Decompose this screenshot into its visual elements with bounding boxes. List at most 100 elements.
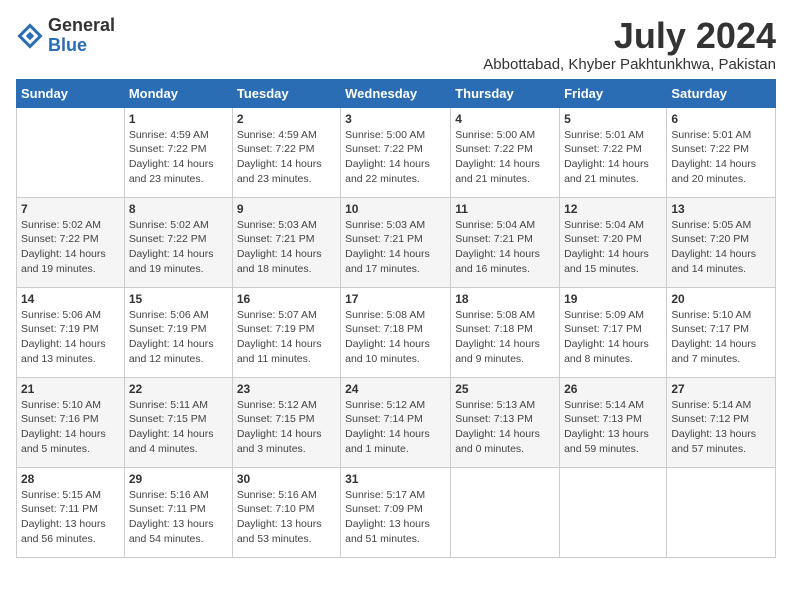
day-number: 20: [671, 292, 771, 306]
day-info: Sunrise: 5:01 AM Sunset: 7:22 PM Dayligh…: [671, 128, 771, 187]
header-cell-tuesday: Tuesday: [232, 79, 340, 107]
day-number: 9: [237, 202, 336, 216]
calendar-week-3: 14Sunrise: 5:06 AM Sunset: 7:19 PM Dayli…: [17, 287, 776, 377]
logo-text: General Blue: [48, 16, 115, 56]
calendar-cell: 12Sunrise: 5:04 AM Sunset: 7:20 PM Dayli…: [560, 197, 667, 287]
month-year-title: July 2024: [483, 16, 776, 56]
day-number: 28: [21, 472, 120, 486]
calendar-cell: 16 Sunrise: 5:07 AM Sunset: 7:19 PM Dayli…: [232, 287, 340, 377]
header-cell-friday: Friday: [560, 79, 667, 107]
day-info: Sunrise: 5:10 AM Sunset: 7:17 PM Dayligh…: [671, 308, 771, 367]
header-cell-saturday: Saturday: [667, 79, 776, 107]
day-info: Sunrise: 5:09 AM Sunset: 7:17 PM Dayligh…: [564, 308, 662, 367]
day-info: Sunrise: 5:02 AM Sunset: 7:22 PM Dayligh…: [129, 218, 228, 277]
day-info: Sunrise: 5:04 AM Sunset: 7:20 PM Dayligh…: [564, 218, 662, 277]
day-info: Sunrise: 5:07 AM Sunset: 7:19 PM Dayligh…: [237, 308, 336, 367]
location-subtitle: Abbottabad, Khyber Pakhtunkhwa, Pakistan: [483, 56, 776, 73]
page-header: General Blue July 2024 Abbottabad, Khybe…: [16, 16, 776, 73]
day-number: 19: [564, 292, 662, 306]
day-info: Sunrise: 5:15 AM Sunset: 7:11 PM Dayligh…: [21, 488, 120, 547]
day-number: 1: [129, 112, 228, 126]
day-info: Sunrise: 5:04 AM Sunset: 7:21 PM Dayligh…: [455, 218, 555, 277]
calendar-cell: 30 Sunrise: 5:16 AM Sunset: 7:10 PM Dayli…: [232, 467, 340, 557]
day-info: Sunrise: 5:10 AM Sunset: 7:16 PM Dayligh…: [21, 398, 120, 457]
header-cell-thursday: Thursday: [451, 79, 560, 107]
calendar-cell: 22 Sunrise: 5:11 AM Sunset: 7:15 PM Dayli…: [124, 377, 232, 467]
day-number: 14: [21, 292, 120, 306]
calendar-cell: 11Sunrise: 5:04 AM Sunset: 7:21 PM Dayli…: [451, 197, 560, 287]
day-number: 3: [345, 112, 446, 126]
calendar-week-2: 7 Sunrise: 5:02 AM Sunset: 7:22 PM Daylig…: [17, 197, 776, 287]
day-info: Sunrise: 5:08 AM Sunset: 7:18 PM Dayligh…: [455, 308, 555, 367]
calendar-cell: 19 Sunrise: 5:09 AM Sunset: 7:17 PM Dayli…: [560, 287, 667, 377]
day-info: Sunrise: 5:12 AM Sunset: 7:14 PM Dayligh…: [345, 398, 446, 457]
day-number: 2: [237, 112, 336, 126]
calendar-cell: 14Sunrise: 5:06 AM Sunset: 7:19 PM Dayli…: [17, 287, 125, 377]
day-info: Sunrise: 4:59 AM Sunset: 7:22 PM Dayligh…: [129, 128, 228, 187]
day-info: Sunrise: 5:03 AM Sunset: 7:21 PM Dayligh…: [237, 218, 336, 277]
calendar-cell: 6 Sunrise: 5:01 AM Sunset: 7:22 PM Daylig…: [667, 107, 776, 197]
day-number: 29: [129, 472, 228, 486]
calendar-cell: [17, 107, 125, 197]
header-cell-wednesday: Wednesday: [341, 79, 451, 107]
calendar-cell: 17 Sunrise: 5:08 AM Sunset: 7:18 PM Dayli…: [341, 287, 451, 377]
day-number: 23: [237, 382, 336, 396]
calendar-table: SundayMondayTuesdayWednesdayThursdayFrid…: [16, 79, 776, 558]
calendar-cell: [560, 467, 667, 557]
calendar-cell: [667, 467, 776, 557]
calendar-cell: 25Sunrise: 5:13 AM Sunset: 7:13 PM Dayli…: [451, 377, 560, 467]
day-number: 26: [564, 382, 662, 396]
calendar-cell: 24 Sunrise: 5:12 AM Sunset: 7:14 PM Dayli…: [341, 377, 451, 467]
calendar-cell: 21Sunrise: 5:10 AM Sunset: 7:16 PM Dayli…: [17, 377, 125, 467]
day-info: Sunrise: 5:01 AM Sunset: 7:22 PM Dayligh…: [564, 128, 662, 187]
day-info: Sunrise: 5:08 AM Sunset: 7:18 PM Dayligh…: [345, 308, 446, 367]
day-info: Sunrise: 5:00 AM Sunset: 7:22 PM Dayligh…: [345, 128, 446, 187]
day-number: 30: [237, 472, 336, 486]
logo: General Blue: [16, 16, 115, 56]
calendar-cell: 23Sunrise: 5:12 AM Sunset: 7:15 PM Dayli…: [232, 377, 340, 467]
calendar-cell: [451, 467, 560, 557]
day-info: Sunrise: 5:14 AM Sunset: 7:12 PM Dayligh…: [671, 398, 771, 457]
day-info: Sunrise: 5:11 AM Sunset: 7:15 PM Dayligh…: [129, 398, 228, 457]
calendar-cell: 20 Sunrise: 5:10 AM Sunset: 7:17 PM Dayli…: [667, 287, 776, 377]
logo-general-text: General: [48, 16, 115, 36]
calendar-cell: 18 Sunrise: 5:08 AM Sunset: 7:18 PM Dayli…: [451, 287, 560, 377]
header-cell-monday: Monday: [124, 79, 232, 107]
calendar-cell: 26Sunrise: 5:14 AM Sunset: 7:13 PM Dayli…: [560, 377, 667, 467]
day-number: 6: [671, 112, 771, 126]
day-number: 24: [345, 382, 446, 396]
day-number: 27: [671, 382, 771, 396]
calendar-body: 1 Sunrise: 4:59 AM Sunset: 7:22 PM Daylig…: [17, 107, 776, 557]
calendar-header: SundayMondayTuesdayWednesdayThursdayFrid…: [17, 79, 776, 107]
day-info: Sunrise: 5:03 AM Sunset: 7:21 PM Dayligh…: [345, 218, 446, 277]
calendar-cell: 28 Sunrise: 5:15 AM Sunset: 7:11 PM Dayli…: [17, 467, 125, 557]
calendar-cell: 2 Sunrise: 4:59 AM Sunset: 7:22 PM Daylig…: [232, 107, 340, 197]
day-info: Sunrise: 5:05 AM Sunset: 7:20 PM Dayligh…: [671, 218, 771, 277]
day-info: Sunrise: 5:16 AM Sunset: 7:10 PM Dayligh…: [237, 488, 336, 547]
header-cell-sunday: Sunday: [17, 79, 125, 107]
calendar-cell: 5 Sunrise: 5:01 AM Sunset: 7:22 PM Daylig…: [560, 107, 667, 197]
day-number: 17: [345, 292, 446, 306]
day-number: 5: [564, 112, 662, 126]
day-number: 15: [129, 292, 228, 306]
day-info: Sunrise: 5:00 AM Sunset: 7:22 PM Dayligh…: [455, 128, 555, 187]
calendar-cell: 27 Sunrise: 5:14 AM Sunset: 7:12 PM Dayli…: [667, 377, 776, 467]
calendar-cell: 1 Sunrise: 4:59 AM Sunset: 7:22 PM Daylig…: [124, 107, 232, 197]
day-number: 16: [237, 292, 336, 306]
calendar-cell: 29 Sunrise: 5:16 AM Sunset: 7:11 PM Dayli…: [124, 467, 232, 557]
day-info: Sunrise: 5:16 AM Sunset: 7:11 PM Dayligh…: [129, 488, 228, 547]
day-number: 22: [129, 382, 228, 396]
calendar-cell: 7 Sunrise: 5:02 AM Sunset: 7:22 PM Daylig…: [17, 197, 125, 287]
calendar-cell: 10Sunrise: 5:03 AM Sunset: 7:21 PM Dayli…: [341, 197, 451, 287]
calendar-cell: 31Sunrise: 5:17 AM Sunset: 7:09 PM Dayli…: [341, 467, 451, 557]
calendar-cell: 4Sunrise: 5:00 AM Sunset: 7:22 PM Daylig…: [451, 107, 560, 197]
calendar-cell: 15Sunrise: 5:06 AM Sunset: 7:19 PM Dayli…: [124, 287, 232, 377]
day-number: 18: [455, 292, 555, 306]
day-number: 7: [21, 202, 120, 216]
day-info: Sunrise: 5:02 AM Sunset: 7:22 PM Dayligh…: [21, 218, 120, 277]
calendar-week-1: 1 Sunrise: 4:59 AM Sunset: 7:22 PM Daylig…: [17, 107, 776, 197]
day-info: Sunrise: 5:13 AM Sunset: 7:13 PM Dayligh…: [455, 398, 555, 457]
day-info: Sunrise: 4:59 AM Sunset: 7:22 PM Dayligh…: [237, 128, 336, 187]
calendar-week-4: 21Sunrise: 5:10 AM Sunset: 7:16 PM Dayli…: [17, 377, 776, 467]
header-row: SundayMondayTuesdayWednesdayThursdayFrid…: [17, 79, 776, 107]
